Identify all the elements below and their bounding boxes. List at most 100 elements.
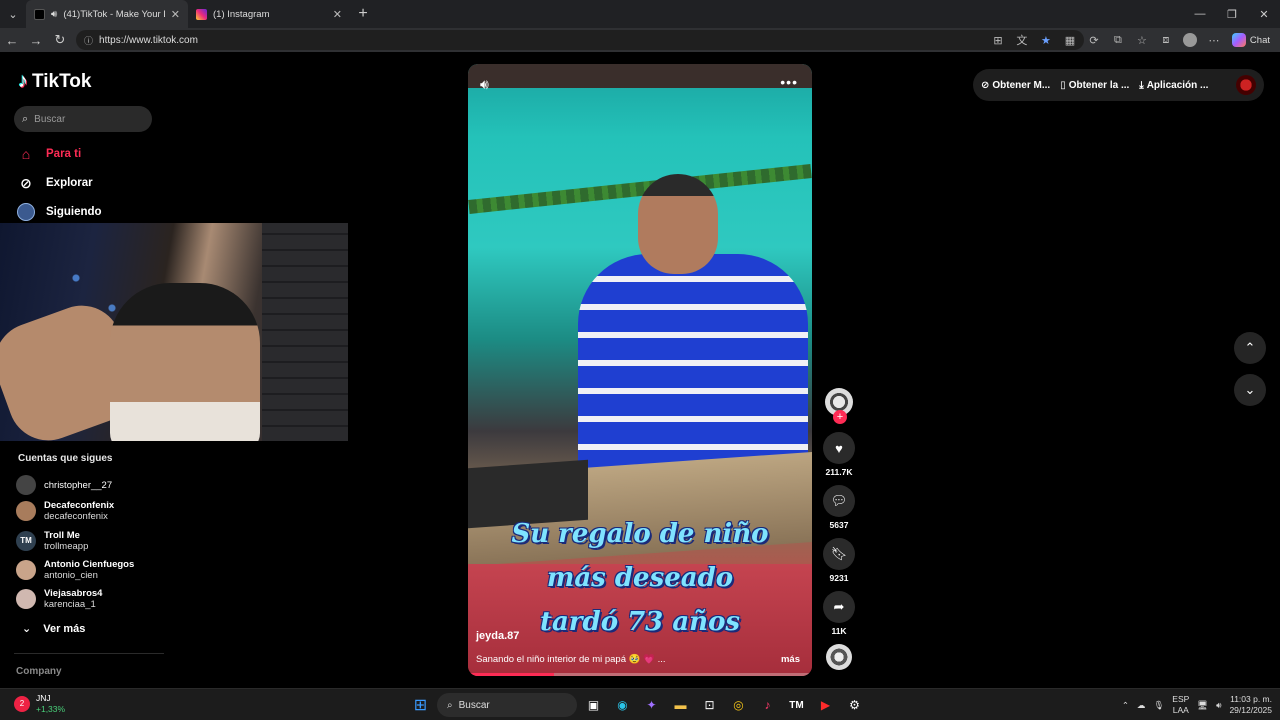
task-view-icon[interactable]: ▣ <box>581 693 606 718</box>
video-progress-bar[interactable] <box>468 673 812 676</box>
edge-icon[interactable]: ◉ <box>610 693 635 718</box>
volume-tray-icon[interactable]: 🔊︎ <box>1216 700 1221 711</box>
extension-icon[interactable]: ▦ <box>1060 30 1080 50</box>
get-coins-button[interactable]: ⊘ Obtener M... <box>981 80 1050 91</box>
lang-primary: ESP <box>1172 694 1190 704</box>
more-options-icon[interactable]: ••• <box>780 74 798 90</box>
see-more-button[interactable]: ⌄ Ver más <box>22 622 85 636</box>
share-count: 11K <box>831 626 847 636</box>
minimize-button[interactable]: — <box>1184 0 1216 28</box>
tab-label: (1) Instagram <box>213 8 270 20</box>
home-icon: ⌂ <box>21 146 31 162</box>
refresh-extension-icon[interactable]: ⟳ <box>1084 30 1104 50</box>
favorite-star-icon[interactable]: ★ <box>1036 30 1056 50</box>
reload-button[interactable]: ↻ <box>48 28 72 52</box>
collections-icon[interactable]: ⧈ <box>1156 30 1176 50</box>
chrome-icon[interactable]: ◎ <box>726 693 751 718</box>
tiktok-app-icon[interactable]: ♪ <box>755 693 780 718</box>
windows-start-icon[interactable]: ⊞ <box>408 693 433 718</box>
youtube-icon[interactable]: ▶ <box>813 693 838 718</box>
account-name: Troll Me <box>44 530 80 541</box>
back-button[interactable]: ← <box>0 28 24 52</box>
volume-icon[interactable]: 🔊︎ <box>480 76 489 93</box>
creator-avatar[interactable]: + <box>825 388 853 424</box>
get-app-button[interactable]: ▯ Obtener la ... <box>1060 80 1129 91</box>
url-field[interactable]: ⓘ https://www.tiktok.com <box>76 30 1084 50</box>
windows-taskbar: 2 JNJ +1,33% ⊞ ⌕ Buscar ▣ ◉ ✦ ▬ ⊡ ◎ ♪ TM… <box>0 688 1280 720</box>
favorites-icon[interactable]: ☆ <box>1132 30 1152 50</box>
video-player[interactable]: 🔊︎ ••• Su regalo de niño más deseado tar… <box>468 64 812 676</box>
previous-video-button[interactable]: ⌃ <box>1234 332 1266 364</box>
account-item[interactable]: TM Troll Me trollmeapp <box>16 530 88 552</box>
profile-avatar[interactable] <box>1236 75 1256 95</box>
next-video-button[interactable]: ⌄ <box>1234 374 1266 406</box>
taskbar-search[interactable]: ⌕ Buscar <box>437 693 577 717</box>
tiktok-logo[interactable]: ♪ TikTok <box>18 70 91 93</box>
microphone-icon[interactable]: 🎙︎ <box>1153 700 1164 711</box>
stock-widget[interactable]: 2 JNJ +1,33% <box>14 693 65 715</box>
share-button[interactable]: ➦ <box>823 591 855 623</box>
tab-label: (41)TikTok - Make Your Day <box>63 8 164 20</box>
tiktok-note-icon: ♪ <box>18 70 28 92</box>
heart-icon: ♥ <box>835 440 843 456</box>
follow-plus-icon[interactable]: + <box>833 410 847 424</box>
company-link[interactable]: Company <box>16 666 62 677</box>
video-man-sweater <box>578 254 808 484</box>
forward-button[interactable]: → <box>24 28 48 52</box>
account-item[interactable]: Viejasabros4 karenciaa_1 <box>16 588 102 610</box>
stock-icon: 2 <box>14 696 30 712</box>
video-username[interactable]: jeyda.87 <box>476 630 519 642</box>
taskbar-search-label: Buscar <box>458 699 490 711</box>
close-window-button[interactable]: ✕ <box>1248 0 1280 28</box>
video-more-link[interactable]: más <box>781 654 800 665</box>
search-input[interactable]: ⌕ Buscar <box>14 106 152 132</box>
toolbar-right: ⊞ 文 ★ ▦ ⟳ ⧉ ☆ ⧈ ⋯ Chat <box>988 28 1280 52</box>
file-explorer-icon[interactable]: ▬ <box>668 693 693 718</box>
copilot-chat-button[interactable]: Chat <box>1228 33 1274 47</box>
avatar <box>16 475 36 495</box>
tab-actions-icon[interactable]: ⌄ <box>0 0 26 28</box>
account-item[interactable]: Decafeconfenix decafeconfenix <box>16 500 114 522</box>
desktop-app-button[interactable]: ⤓ Aplicación ... <box>1139 80 1208 91</box>
comment-button[interactable]: 💬︎ <box>823 485 855 517</box>
copilot-app-icon[interactable]: ✦ <box>639 693 664 718</box>
brick-wall <box>262 223 348 441</box>
bookmark-icon: 🔖︎ <box>830 546 848 561</box>
caption-line: Su regalo de niño <box>511 519 769 549</box>
save-button[interactable]: 🔖︎ <box>823 538 855 570</box>
app-available-icon[interactable]: ⊞ <box>988 30 1008 50</box>
account-handle: decafeconfenix <box>44 511 108 522</box>
tab-instagram[interactable]: (1) Instagram ✕ <box>188 0 350 28</box>
tab-tiktok[interactable]: 🔊︎ (41)TikTok - Make Your Day ✕ <box>26 0 188 28</box>
tm-app-icon[interactable]: TM <box>784 693 809 718</box>
network-icon[interactable]: 🖥︎ <box>1197 700 1208 711</box>
new-tab-button[interactable]: + <box>350 5 376 23</box>
site-info-icon[interactable]: ⓘ <box>84 34 93 47</box>
search-icon: ⌕ <box>22 112 29 125</box>
speaker-icon: 🔊︎ <box>51 8 58 20</box>
like-button[interactable]: ♥ <box>823 432 855 464</box>
nav-siguiendo[interactable]: Siguiendo <box>16 202 102 222</box>
nav-para-ti[interactable]: ⌂ Para ti <box>16 144 81 164</box>
account-item[interactable]: Antonio Cienfuegos antonio_cien <box>16 559 134 581</box>
more-menu-icon[interactable]: ⋯ <box>1204 30 1224 50</box>
profile-avatar-icon[interactable] <box>1180 30 1200 50</box>
settings-app-icon[interactable]: ⚙ <box>842 693 867 718</box>
tray-app-icon[interactable]: ☁ <box>1137 700 1146 711</box>
restore-button[interactable]: ❐ <box>1216 0 1248 28</box>
address-bar-row: ← → ↻ ⓘ https://www.tiktok.com ⊞ 文 ★ ▦ ⟳… <box>0 28 1280 52</box>
tray-chevron-icon[interactable]: ⌃ <box>1122 700 1129 711</box>
nav-explorar[interactable]: ⊘ Explorar <box>16 173 93 193</box>
clock[interactable]: 11:03 p. m. 29/12/2025 <box>1229 694 1272 716</box>
video-ceiling <box>468 64 812 88</box>
language-indicator[interactable]: ESP LAA <box>1172 694 1189 716</box>
caption-line: más deseado <box>546 563 734 593</box>
account-item[interactable]: christopher__27 <box>16 475 112 495</box>
video-description: Sanando el niño interior de mi papá 🥹 💗 … <box>476 654 666 665</box>
store-icon[interactable]: ⊡ <box>697 693 722 718</box>
puzzle-icon[interactable]: ⧉ <box>1108 30 1128 50</box>
music-disc-icon[interactable] <box>826 644 852 670</box>
translate-icon[interactable]: 文 <box>1012 30 1032 50</box>
close-icon[interactable]: ✕ <box>333 8 342 21</box>
close-icon[interactable]: ✕ <box>171 8 180 21</box>
